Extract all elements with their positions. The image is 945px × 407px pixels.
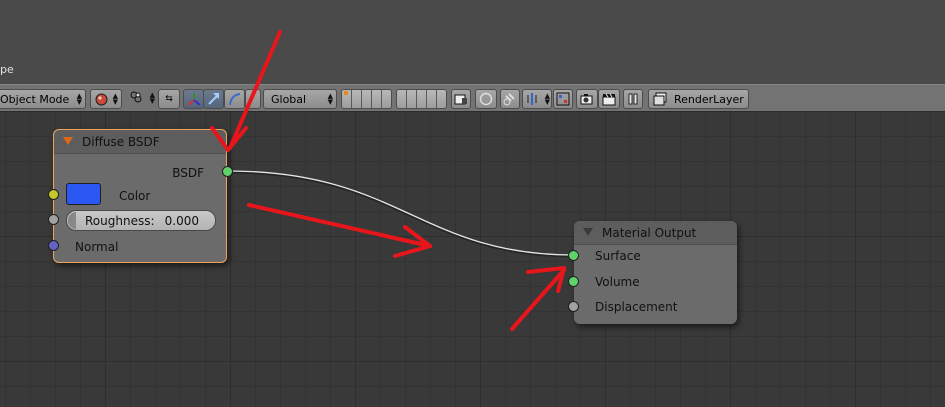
diffuse-node-title: Diffuse BSDF (82, 135, 160, 149)
bsdf-output-label: BSDF (172, 166, 204, 180)
normal-label: Normal (75, 240, 119, 254)
surface-input-socket[interactable] (568, 250, 579, 261)
material-node-header[interactable]: Material Output (574, 221, 737, 245)
volume-label: Volume (595, 275, 640, 289)
volume-input-socket[interactable] (568, 276, 579, 287)
roughness-slider-fill (68, 212, 76, 229)
material-node-title: Material Output (602, 226, 697, 240)
material-output-node[interactable]: Material Output Surface Volume Displacem… (568, 221, 737, 324)
diffuse-bsdf-node[interactable]: Diffuse BSDF BSDF Color Roughness: 0.000… (48, 129, 233, 263)
color-input-socket[interactable] (48, 189, 59, 200)
roughness-label: Roughness: (85, 214, 155, 228)
normal-input-socket[interactable] (48, 240, 59, 251)
displacement-input-socket[interactable] (568, 301, 579, 312)
roughness-input-socket[interactable] (48, 214, 59, 225)
collapse-triangle-icon[interactable] (63, 137, 73, 145)
node-link-bsdf-to-surface[interactable] (227, 170, 575, 256)
roughness-slider[interactable]: Roughness: 0.000 (66, 210, 216, 231)
diffuse-node-header[interactable]: Diffuse BSDF (54, 130, 226, 154)
node-link-shadow (227, 170, 575, 258)
roughness-value: 0.000 (164, 214, 199, 228)
bsdf-output-socket[interactable] (222, 166, 233, 177)
collapse-triangle-icon[interactable] (583, 228, 593, 236)
displacement-label: Displacement (595, 300, 678, 314)
surface-label: Surface (595, 249, 641, 263)
color-label: Color (119, 189, 151, 203)
color-swatch[interactable] (66, 183, 101, 205)
